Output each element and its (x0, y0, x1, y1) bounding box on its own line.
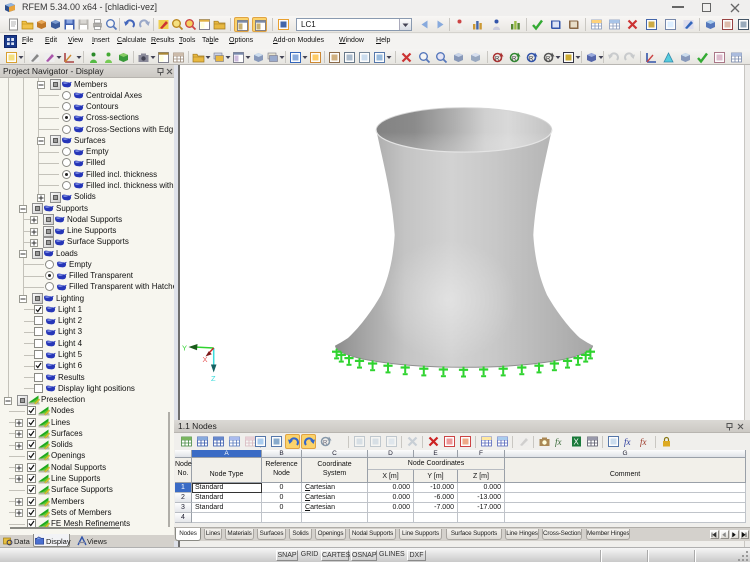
svg-text:X: X (574, 438, 580, 447)
svg-text:fx: fx (555, 437, 562, 447)
svg-text:R: R (529, 57, 534, 63)
svg-text:Z: Z (211, 374, 216, 383)
svg-text:Y: Y (182, 344, 187, 353)
svg-text:X: X (203, 355, 208, 364)
svg-text:fx: fx (624, 437, 631, 447)
svg-text:R: R (495, 57, 500, 63)
svg-text:R: R (546, 57, 551, 63)
svg-text:fx: fx (640, 437, 647, 447)
svg-text:R: R (512, 57, 517, 63)
svg-text:R: R (323, 441, 328, 447)
